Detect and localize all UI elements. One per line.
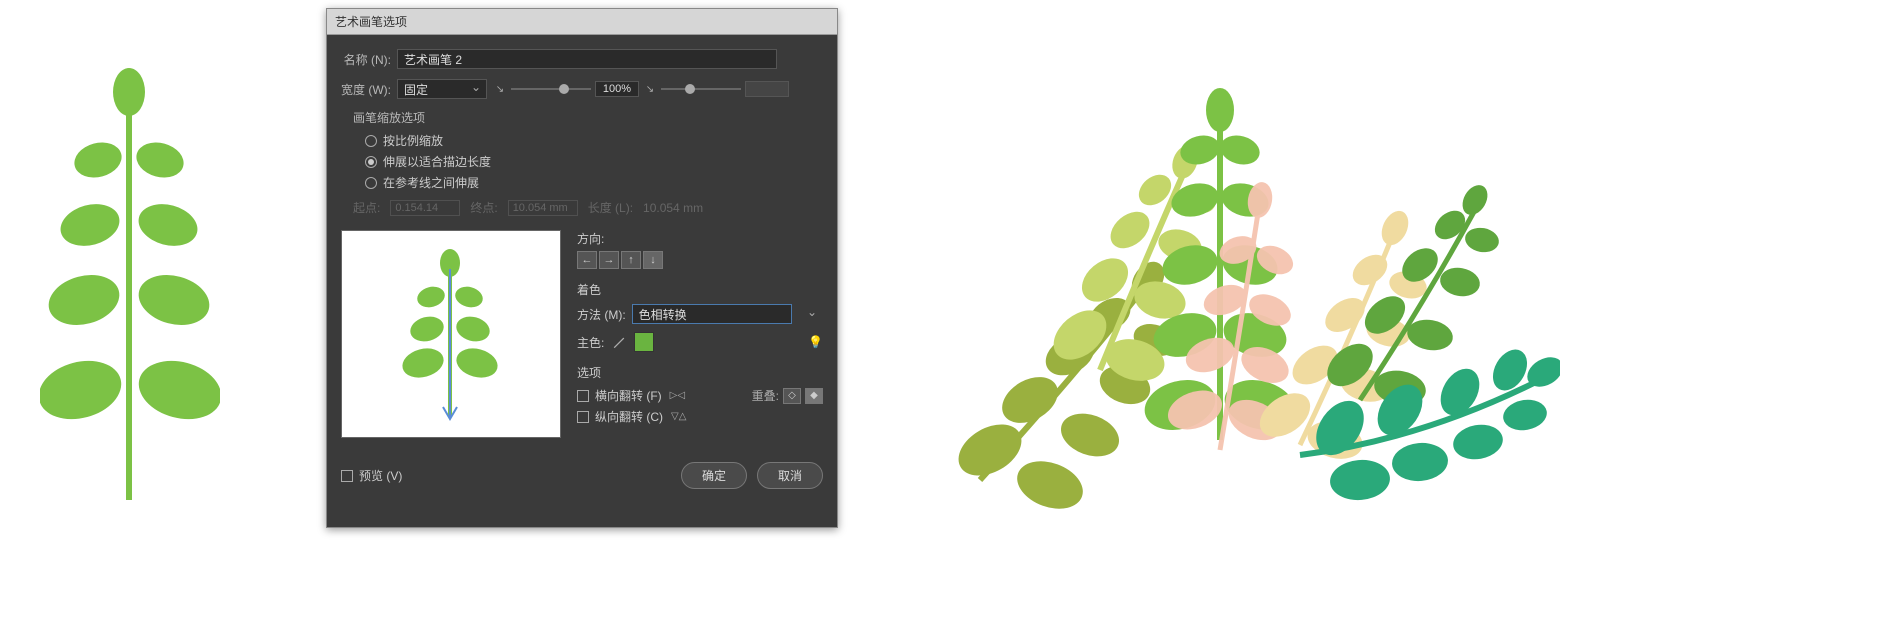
key-color-swatch[interactable] xyxy=(634,332,654,352)
flip-v-icon: ▽△ xyxy=(671,411,686,422)
options-label: 选项 xyxy=(577,364,823,381)
ok-button[interactable]: 确定 xyxy=(681,462,747,489)
width-right-icon: ↘ xyxy=(643,82,657,96)
overlap-label: 重叠: xyxy=(752,387,779,404)
radio-between-label: 在参考线之间伸展 xyxy=(383,174,479,191)
flip-h-icon: ▷◁ xyxy=(670,390,685,401)
preview-check-label: 预览 (V) xyxy=(359,467,402,484)
overlap-option-2[interactable]: ◆ xyxy=(805,388,823,404)
preview-checkbox[interactable] xyxy=(341,470,353,482)
brush-name-input[interactable] xyxy=(397,49,777,69)
width-mode-select[interactable] xyxy=(397,79,487,99)
flip-vertical-checkbox[interactable] xyxy=(577,411,589,423)
direction-up-button[interactable]: ↑ xyxy=(621,251,641,269)
width-percent[interactable]: 100% xyxy=(595,81,639,97)
guides-disabled-row: 起点: 0.154.14 终点: 10.054 mm 长度 (L): 10.05… xyxy=(353,199,823,216)
radio-proportional[interactable]: 按比例缩放 xyxy=(365,132,823,149)
flip-horizontal-checkbox[interactable] xyxy=(577,390,589,402)
dialog-title: 艺术画笔选项 xyxy=(327,9,837,35)
scale-section-title: 画笔缩放选项 xyxy=(353,109,823,126)
flip-v-label: 纵向翻转 (C) xyxy=(595,408,663,425)
direction-left-button[interactable]: ← xyxy=(577,251,597,269)
method-label: 方法 (M): xyxy=(577,306,626,323)
radio-stretch-label: 伸展以适合描边长度 xyxy=(383,153,491,170)
eyedropper-icon[interactable] xyxy=(612,335,626,349)
direction-right-button[interactable]: → xyxy=(599,251,619,269)
width-slider-right[interactable] xyxy=(661,88,741,90)
art-brush-options-dialog: 艺术画笔选项 名称 (N): 宽度 (W): ↘ 100% ↘ 画笔缩放选项 xyxy=(326,8,838,528)
direction-down-button[interactable]: ↓ xyxy=(643,251,663,269)
branch-sample-art xyxy=(40,40,220,500)
width-percent-disabled xyxy=(745,81,789,97)
name-label: 名称 (N): xyxy=(341,51,391,68)
key-color-label: 主色: xyxy=(577,334,604,351)
brush-preview xyxy=(341,230,561,438)
tip-icon[interactable]: 💡 xyxy=(808,335,823,349)
width-left-icon: ↘ xyxy=(493,82,507,96)
radio-stretch[interactable]: 伸展以适合描边长度 xyxy=(365,153,823,170)
direction-label: 方向: xyxy=(577,230,823,247)
cancel-button[interactable]: 取消 xyxy=(757,462,823,489)
flip-h-label: 横向翻转 (F) xyxy=(595,387,662,404)
colorize-method-select[interactable] xyxy=(632,304,792,324)
radio-between-guides[interactable]: 在参考线之间伸展 xyxy=(365,174,823,191)
overlap-option-1[interactable]: ◇ xyxy=(783,388,801,404)
bouquet-art xyxy=(920,50,1560,530)
radio-proportional-label: 按比例缩放 xyxy=(383,132,443,149)
width-slider-left[interactable] xyxy=(511,88,591,90)
colorize-label: 着色 xyxy=(577,281,823,298)
width-label: 宽度 (W): xyxy=(341,81,391,98)
